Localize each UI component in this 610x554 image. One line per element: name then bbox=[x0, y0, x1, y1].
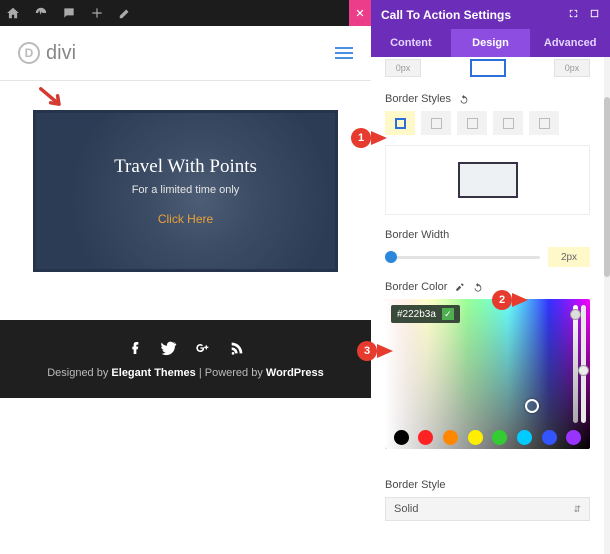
site-header: D divi bbox=[0, 26, 371, 81]
twitter-icon[interactable] bbox=[161, 340, 177, 359]
border-style-right[interactable] bbox=[457, 111, 487, 135]
panel-scrollbar[interactable] bbox=[604, 57, 610, 554]
snap-icon[interactable] bbox=[579, 8, 600, 22]
exit-builder-button[interactable] bbox=[349, 0, 371, 26]
hue-handle[interactable] bbox=[578, 365, 589, 376]
padding-left-input[interactable]: 0px bbox=[385, 59, 421, 77]
home-icon[interactable] bbox=[6, 6, 20, 20]
logo-text: divi bbox=[46, 42, 76, 65]
swatch-blue[interactable] bbox=[542, 430, 557, 445]
padding-selected-input[interactable] bbox=[470, 59, 506, 77]
panel-scroll: 0px 0px Border Styles Border Width 2px bbox=[371, 57, 604, 554]
color-swatches bbox=[385, 430, 590, 445]
border-style-select[interactable]: Solid ⇵ bbox=[385, 497, 590, 521]
reset-color-icon[interactable] bbox=[473, 282, 483, 292]
settings-panel: Call To Action Settings Content Design A… bbox=[371, 0, 610, 554]
eyedropper-icon[interactable] bbox=[455, 282, 465, 292]
border-style-value: Solid bbox=[394, 503, 418, 515]
cta-link[interactable]: Click Here bbox=[158, 212, 213, 226]
panel-tabs: Content Design Advanced bbox=[371, 29, 610, 57]
comment-icon[interactable] bbox=[62, 6, 76, 20]
plus-icon[interactable] bbox=[90, 6, 104, 20]
rss-icon[interactable] bbox=[229, 340, 245, 359]
site-logo[interactable]: D divi bbox=[18, 42, 76, 65]
border-preview bbox=[385, 145, 590, 215]
tab-design[interactable]: Design bbox=[451, 29, 531, 57]
border-styles-row bbox=[385, 111, 590, 135]
border-style-left[interactable] bbox=[529, 111, 559, 135]
hex-value: #222b3a bbox=[397, 309, 436, 320]
swatch-green[interactable] bbox=[492, 430, 507, 445]
cta-title: Travel With Points bbox=[114, 156, 257, 178]
padding-right-input[interactable]: 0px bbox=[554, 59, 590, 77]
border-style-bottom[interactable] bbox=[493, 111, 523, 135]
facebook-icon[interactable] bbox=[127, 340, 143, 359]
border-width-slider[interactable] bbox=[385, 256, 540, 259]
color-picker[interactable]: #222b3a ✓ bbox=[385, 299, 590, 449]
hex-readout[interactable]: #222b3a ✓ bbox=[391, 305, 460, 323]
swatch-black[interactable] bbox=[394, 430, 409, 445]
wp-admin-bar bbox=[0, 0, 371, 26]
preview-pane: D divi Travel With Points For a limited … bbox=[0, 0, 371, 554]
border-width-control: 2px bbox=[385, 247, 590, 267]
border-style-all[interactable] bbox=[385, 111, 415, 135]
swatch-purple[interactable] bbox=[566, 430, 581, 445]
chevron-updown-icon: ⇵ bbox=[573, 504, 581, 515]
padding-row: 0px 0px bbox=[385, 59, 590, 79]
logo-mark-icon: D bbox=[18, 42, 40, 64]
border-width-value[interactable]: 2px bbox=[548, 247, 590, 267]
swatch-red[interactable] bbox=[418, 430, 433, 445]
footer-platform[interactable]: WordPress bbox=[266, 367, 324, 379]
social-icons bbox=[127, 340, 245, 359]
google-plus-icon[interactable] bbox=[195, 340, 211, 359]
scrollbar-thumb[interactable] bbox=[604, 97, 610, 277]
cta-module[interactable]: Travel With Points For a limited time on… bbox=[33, 110, 338, 272]
pencil-icon[interactable] bbox=[118, 6, 132, 20]
slider-thumb[interactable] bbox=[385, 251, 397, 263]
footer-credits: Designed by Elegant Themes | Powered by … bbox=[47, 367, 324, 379]
swatch-cyan[interactable] bbox=[517, 430, 532, 445]
border-width-label: Border Width bbox=[385, 229, 590, 241]
panel-title: Call To Action Settings bbox=[381, 8, 511, 22]
border-styles-label: Border Styles bbox=[385, 93, 590, 105]
panel-header: Call To Action Settings bbox=[371, 0, 610, 29]
site-footer: Designed by Elegant Themes | Powered by … bbox=[0, 320, 371, 398]
preview-rect bbox=[458, 162, 518, 198]
reset-icon[interactable] bbox=[459, 94, 469, 104]
expand-icon[interactable] bbox=[558, 8, 579, 22]
border-color-label: Border Color bbox=[385, 281, 590, 293]
alpha-handle[interactable] bbox=[570, 309, 581, 320]
footer-brand[interactable]: Elegant Themes bbox=[111, 367, 195, 379]
swatch-yellow[interactable] bbox=[468, 430, 483, 445]
hue-slider[interactable] bbox=[581, 305, 586, 423]
alpha-slider[interactable] bbox=[573, 305, 578, 423]
swatch-orange[interactable] bbox=[443, 430, 458, 445]
confirm-color-icon[interactable]: ✓ bbox=[442, 308, 454, 320]
border-style-select-label: Border Style bbox=[385, 479, 590, 491]
dashboard-icon[interactable] bbox=[34, 6, 48, 20]
border-style-top[interactable] bbox=[421, 111, 451, 135]
mobile-menu-button[interactable] bbox=[335, 47, 353, 59]
tab-content[interactable]: Content bbox=[371, 29, 451, 57]
picker-cursor[interactable] bbox=[525, 399, 539, 413]
cta-subtitle: For a limited time only bbox=[132, 184, 240, 196]
tab-advanced[interactable]: Advanced bbox=[530, 29, 610, 57]
